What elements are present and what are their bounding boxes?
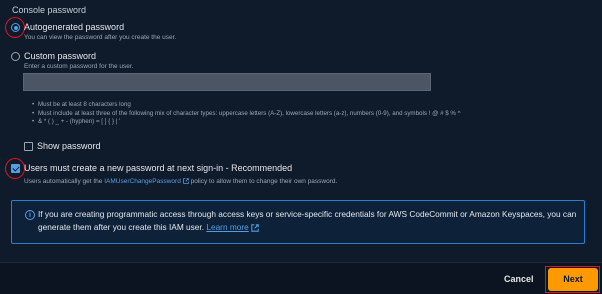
custom-password-description: Enter a custom password for the user. <box>24 63 134 70</box>
policy-link-text: IAMUserChangePassword <box>104 178 181 185</box>
next-button[interactable]: Next <box>548 268 598 291</box>
learn-more-text: Learn more <box>206 222 249 232</box>
external-link-icon <box>251 224 259 232</box>
info-alert-text: If you are creating programmatic access … <box>38 208 584 234</box>
learn-more-link[interactable]: Learn more <box>206 222 259 232</box>
custom-password-value <box>24 80 28 89</box>
requirement-item: Must be at least 8 characters long <box>32 101 600 110</box>
require-password-reset-label[interactable]: Users must create a new password at next… <box>24 163 292 173</box>
requirement-item-continued: & * ( ) _ + - (hyphen) = [ ] { } | ' <box>32 118 600 127</box>
custom-password-radio[interactable] <box>11 52 20 61</box>
requirement-item: Must include at least three of the follo… <box>32 110 600 119</box>
section-title: Console password <box>12 5 87 15</box>
info-alert: i If you are creating programmatic acces… <box>11 200 585 244</box>
autogenerated-password-description: You can view the password after you crea… <box>24 34 177 41</box>
info-alert-message: If you are creating programmatic access … <box>38 209 577 232</box>
custom-password-input[interactable] <box>23 73 431 91</box>
description-suffix: policy to allow them to change their own… <box>190 178 338 185</box>
require-password-reset-description: Users automatically get the IAMUserChang… <box>24 178 337 185</box>
show-password-checkbox[interactable] <box>24 142 33 151</box>
iam-user-change-password-link[interactable]: IAMUserChangePassword <box>104 178 189 185</box>
password-requirements: Must be at least 8 characters long Must … <box>32 101 600 127</box>
custom-password-label[interactable]: Custom password <box>24 51 96 61</box>
description-prefix: Users automatically get the <box>24 178 103 185</box>
external-link-icon <box>183 178 189 185</box>
autogenerated-password-label[interactable]: Autogenerated password <box>24 22 124 32</box>
highlight-ring <box>5 158 25 179</box>
info-icon: i <box>25 210 35 220</box>
console-password-panel: Console password Autogenerated password … <box>0 0 602 262</box>
highlight-ring <box>5 17 25 38</box>
cancel-button[interactable]: Cancel <box>504 274 534 284</box>
show-password-label[interactable]: Show password <box>37 141 101 151</box>
